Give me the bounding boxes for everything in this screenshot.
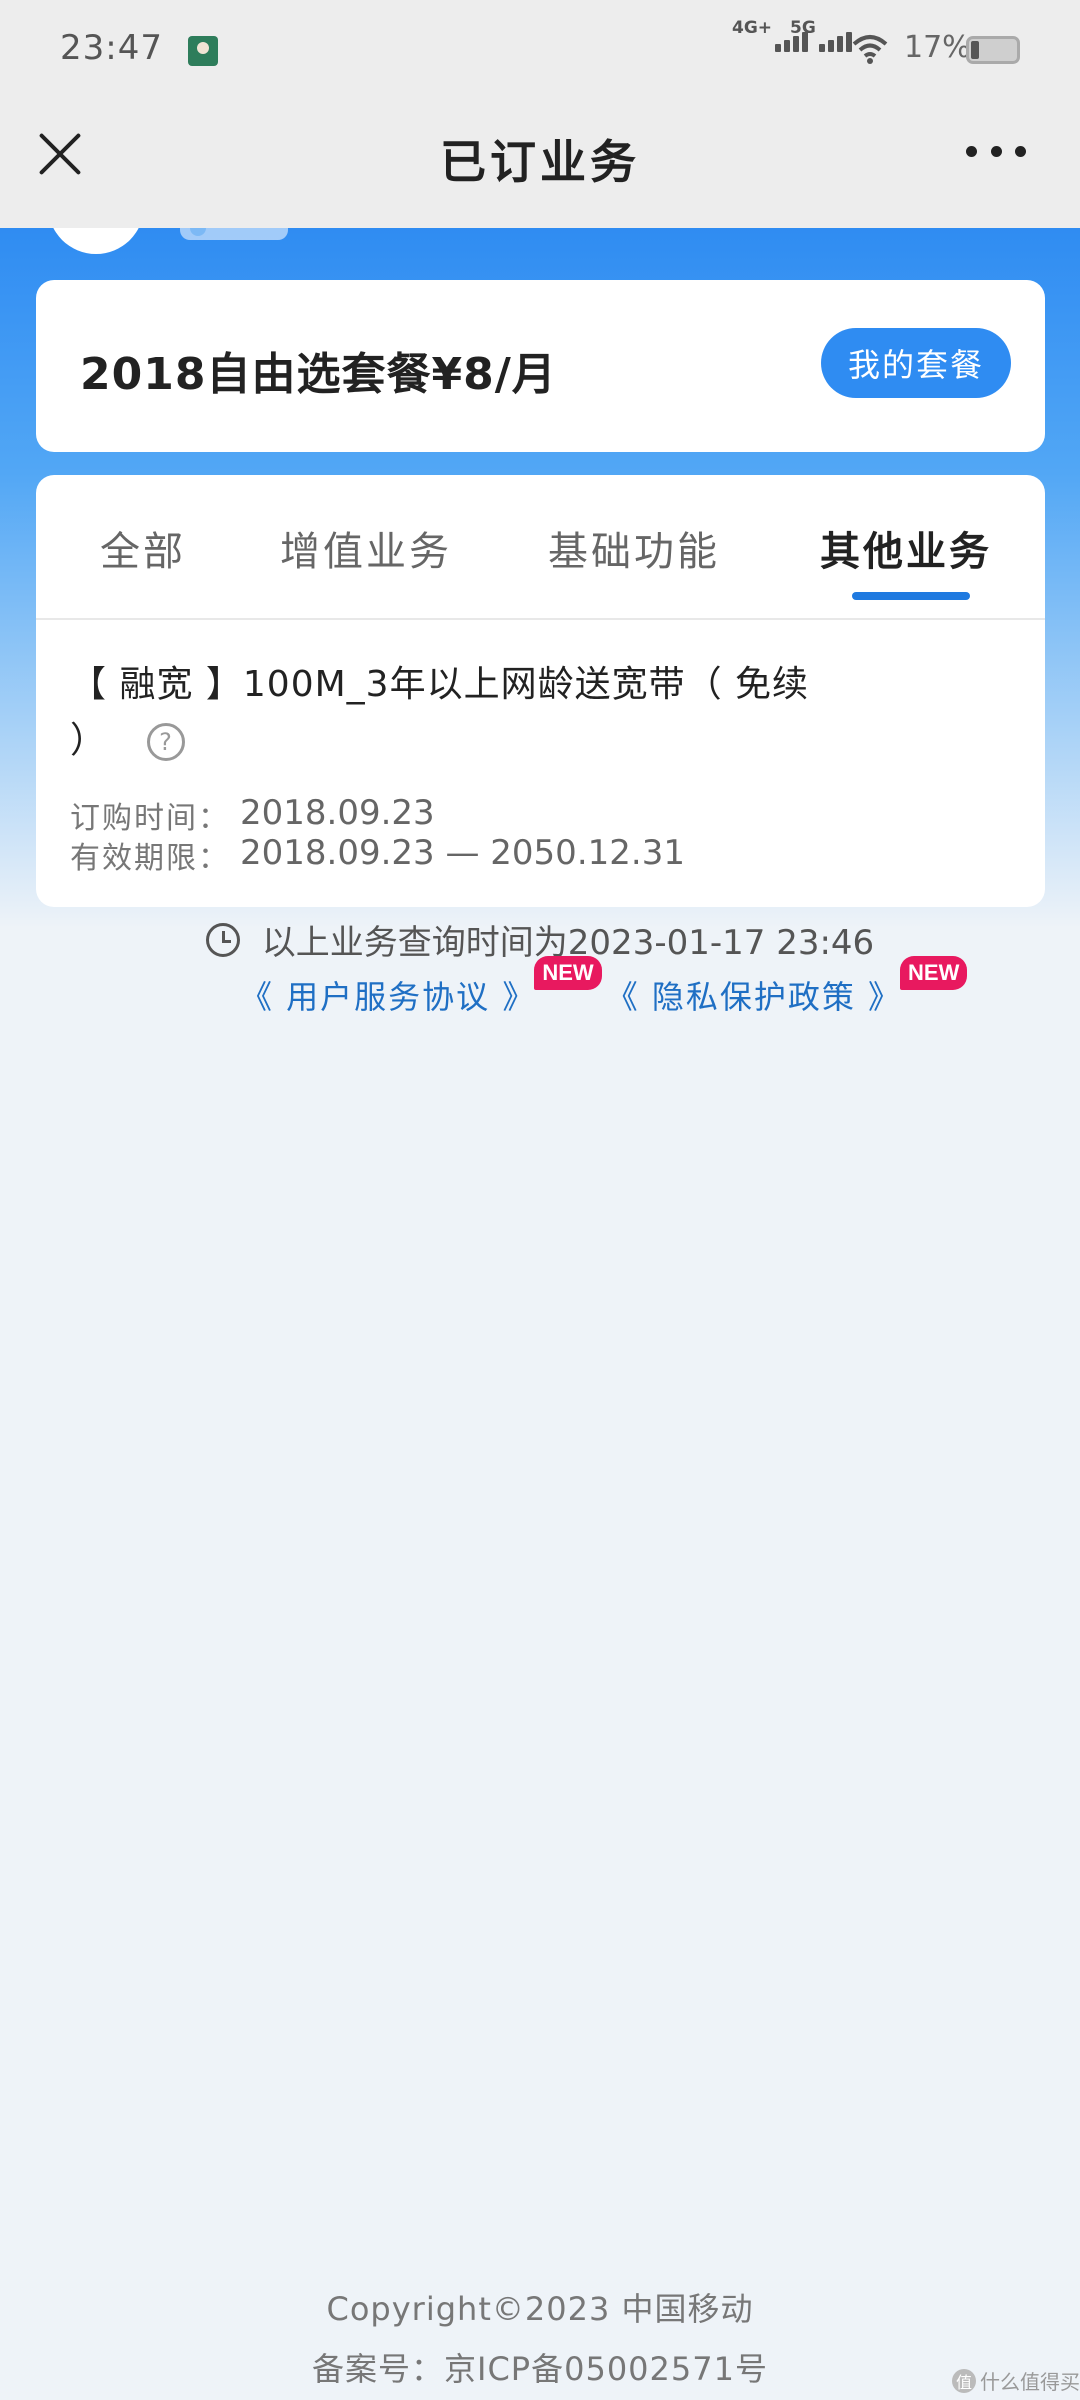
icp-record: 备案号：京ICP备05002571号 bbox=[312, 2350, 768, 2388]
tab-bar: 全部 增值业务 基础功能 其他业务 bbox=[36, 475, 1045, 620]
battery-icon bbox=[966, 36, 1020, 64]
clock-icon bbox=[205, 922, 240, 957]
copyright: Copyright©2023 中国移动 bbox=[326, 2290, 754, 2328]
wifi-icon bbox=[852, 35, 888, 64]
list-item: 【 融宽 】100M_3年以上网龄送宽带（ 免续 ）? bbox=[70, 657, 830, 769]
page-title: 已订业务 bbox=[440, 135, 640, 189]
purchase-time-value: 2018.09.23 bbox=[240, 793, 435, 833]
my-plan-button[interactable]: 我的套餐 bbox=[821, 328, 1011, 398]
notification-app-icon bbox=[188, 36, 218, 66]
tab-basic-functions[interactable]: 基础功能 bbox=[548, 519, 720, 577]
tab-value-added[interactable]: 增值业务 bbox=[280, 519, 452, 577]
service-card: 全部 增值业务 基础功能 其他业务 【 融宽 】100M_3年以上网龄送宽带（ … bbox=[36, 475, 1045, 907]
new-badge: NEW bbox=[900, 956, 968, 990]
agreement-links: 《 用户服务协议 》 NEW 《 隐私保护政策 》 NEW bbox=[240, 956, 971, 1020]
more-options-icon[interactable] bbox=[966, 146, 1026, 162]
network-5g-label: 5G bbox=[790, 18, 816, 38]
signal-5g-icon: 5G bbox=[790, 18, 855, 52]
watermark: 值 什么值得买 bbox=[952, 2366, 1080, 2395]
validity-row: 有效期限： 2018.09.23 — 2050.12.31 bbox=[70, 833, 685, 877]
tab-other-services[interactable]: 其他业务 bbox=[820, 519, 992, 577]
level-badge bbox=[180, 228, 288, 240]
help-icon[interactable]: ? bbox=[147, 723, 186, 761]
plan-name: 2018自由选套餐¥8/月 bbox=[80, 349, 557, 400]
status-bar: 23:47 4G+ 5G 17% bbox=[0, 0, 1080, 100]
validity-label: 有效期限： bbox=[70, 841, 230, 876]
user-agreement-link[interactable]: 《 用户服务协议 》 bbox=[240, 972, 536, 1018]
tab-all[interactable]: 全部 bbox=[100, 519, 186, 577]
privacy-policy-link[interactable]: 《 隐私保护政策 》 bbox=[606, 972, 902, 1018]
nav-bar: 已订业务 bbox=[0, 100, 1080, 228]
purchase-time-row: 订购时间： 2018.09.23 bbox=[70, 793, 435, 837]
watermark-logo-icon: 值 bbox=[952, 2368, 976, 2393]
validity-value: 2018.09.23 — 2050.12.31 bbox=[240, 833, 685, 873]
new-badge: NEW bbox=[534, 956, 602, 990]
battery-percent: 17% bbox=[904, 30, 971, 65]
avatar bbox=[48, 228, 144, 254]
status-time: 23:47 bbox=[60, 28, 163, 68]
plan-card: 2018自由选套餐¥8/月 我的套餐 bbox=[36, 280, 1045, 452]
active-tab-indicator bbox=[852, 592, 970, 600]
network-4g-label: 4G+ bbox=[732, 18, 773, 38]
purchase-time-label: 订购时间： bbox=[70, 801, 230, 836]
watermark-text: 什么值得买 bbox=[980, 2370, 1080, 2394]
